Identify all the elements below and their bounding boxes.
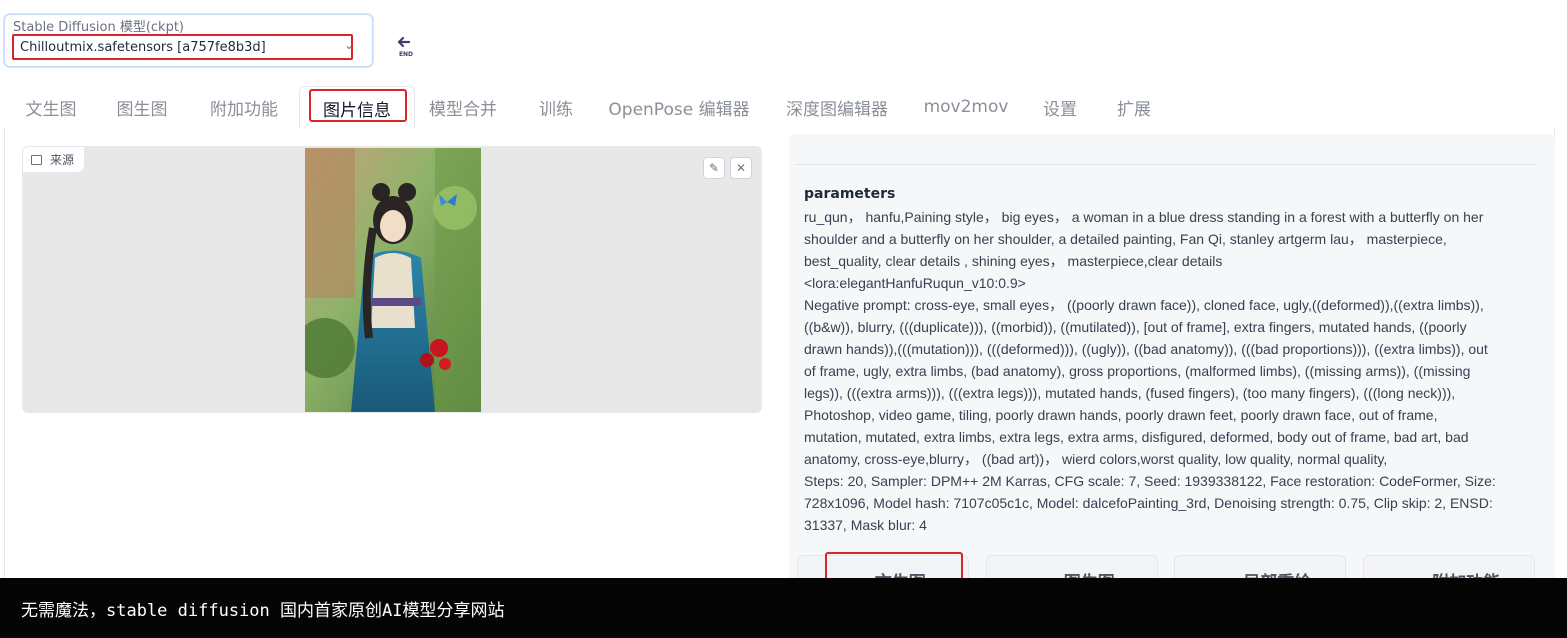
close-icon: ✕ bbox=[735, 161, 747, 175]
param-line: ru_qun， hanfu,Paining style， big eyes， a… bbox=[804, 209, 1484, 225]
tab-checkpoint-merger[interactable]: 模型合并 bbox=[418, 86, 508, 128]
param-line: Photoshop, video game, tiling, poorly dr… bbox=[804, 407, 1438, 423]
tab-mov2mov[interactable]: mov2mov bbox=[920, 86, 1012, 128]
tab-bar: 文生图 图生图 附加功能 图片信息 模型合并 训练 OpenPose 编辑器 深… bbox=[0, 86, 1567, 129]
source-label-text: 来源 bbox=[50, 153, 75, 167]
tab-extensions[interactable]: 扩展 bbox=[1108, 86, 1160, 128]
edit-image-button[interactable]: ✎ bbox=[703, 157, 725, 179]
param-line: legs)), (((extra arms))), (((extra legs)… bbox=[804, 385, 1456, 401]
caption-text: 无需魔法，stable diffusion 国内首家原创AI模型分享网站 bbox=[21, 600, 505, 621]
tab-depth-editor[interactable]: 深度图编辑器 bbox=[775, 86, 899, 128]
clear-image-button[interactable]: ✕ bbox=[730, 157, 752, 179]
pencil-icon: ✎ bbox=[708, 161, 720, 175]
param-line: ((b&w)), blurry, (((duplicate))), ((morb… bbox=[804, 319, 1467, 335]
param-line: 728x1096, Model hash: 7107c05c1c, Model:… bbox=[804, 495, 1493, 511]
tab-train[interactable]: 训练 bbox=[530, 86, 582, 128]
tab-extras[interactable]: 附加功能 bbox=[200, 86, 288, 128]
param-line: 31337, Mask blur: 4 bbox=[804, 517, 927, 533]
tab-png-info[interactable]: 图片信息 bbox=[299, 86, 415, 129]
param-line: Negative prompt: cross-eye, small eyes， … bbox=[804, 297, 1484, 313]
image-icon bbox=[31, 154, 42, 165]
parameters-text: ru_qun， hanfu,Paining style， big eyes， a… bbox=[804, 206, 1524, 536]
param-line: anatomy, cross-eye,blurry， ((bad art))， … bbox=[804, 451, 1388, 467]
parameters-heading: parameters bbox=[804, 186, 896, 202]
info-divider bbox=[796, 164, 1536, 165]
model-dropdown[interactable]: Chilloutmix.safetensors [a757fe8b3d] bbox=[12, 34, 353, 60]
param-line: of frame, ugly, extra limbs, (bad anatom… bbox=[804, 363, 1471, 379]
caption-banner: 无需魔法，stable diffusion 国内首家原创AI模型分享网站 bbox=[0, 578, 1567, 638]
source-label: 来源 bbox=[22, 146, 86, 173]
tab-settings[interactable]: 设置 bbox=[1034, 86, 1086, 128]
refresh-icon: END bbox=[397, 36, 413, 58]
param-line: shoulder and a butterfly on her shoulder… bbox=[804, 231, 1447, 247]
source-image bbox=[305, 148, 481, 412]
refresh-model-button[interactable]: END bbox=[383, 24, 428, 69]
param-line: mutation, mutated, extra limbs, extra le… bbox=[804, 429, 1469, 445]
param-line: Steps: 20, Sampler: DPM++ 2M Karras, CFG… bbox=[804, 473, 1496, 489]
param-line: best_quality, clear details , shining ey… bbox=[804, 253, 1223, 269]
param-line: drawn hands)),(((mutation))), (((deforme… bbox=[804, 341, 1488, 357]
refresh-caption: END bbox=[398, 51, 412, 58]
chevron-down-icon[interactable]: ⌄ bbox=[344, 39, 356, 51]
model-selector-label: Stable Diffusion 模型(ckpt) bbox=[11, 16, 187, 35]
tab-img2img[interactable]: 图生图 bbox=[106, 86, 178, 128]
tab-openpose-editor[interactable]: OpenPose 编辑器 bbox=[605, 86, 753, 128]
tab-txt2img[interactable]: 文生图 bbox=[15, 86, 87, 128]
param-line: <lora:elegantHanfuRuqun_v10:0.9> bbox=[804, 275, 1026, 291]
